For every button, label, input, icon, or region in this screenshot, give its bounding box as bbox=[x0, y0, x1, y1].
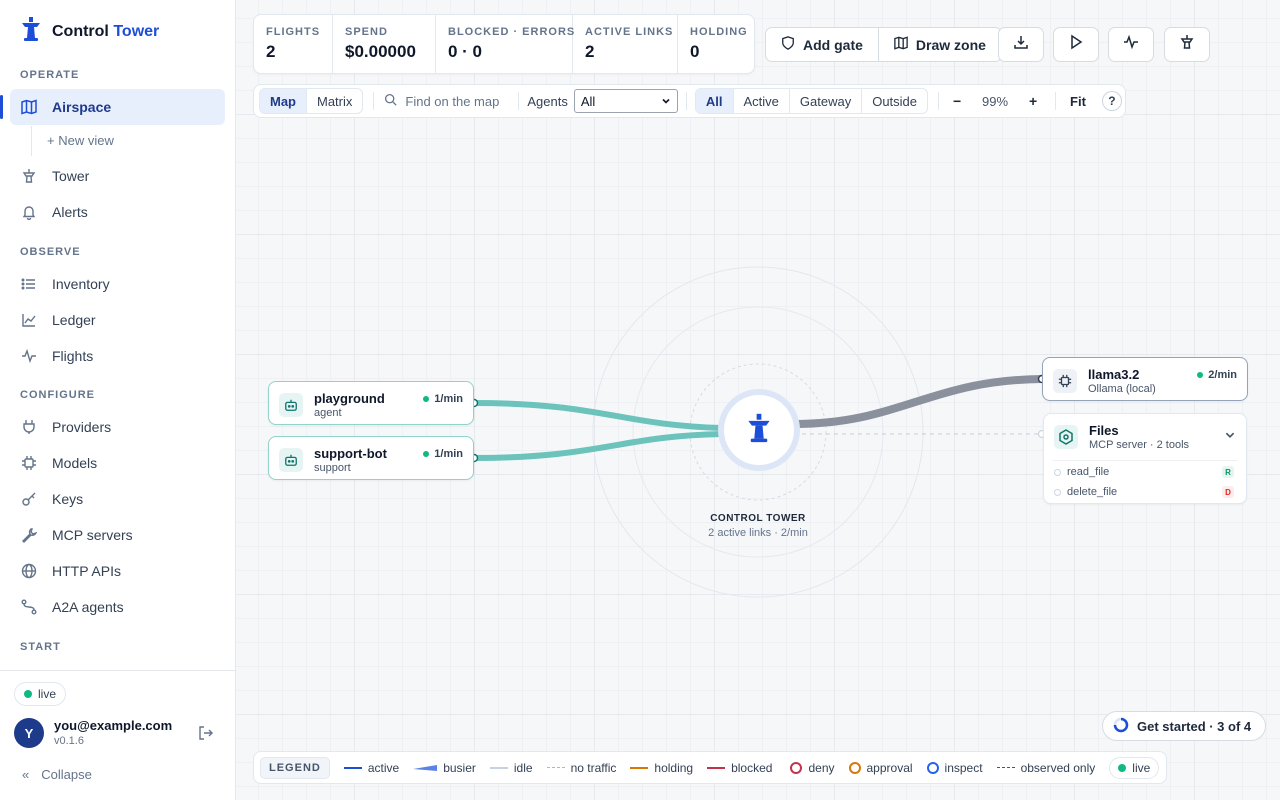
stat-flights: FLIGHTS 2 bbox=[254, 15, 333, 73]
view-toggle: Map Matrix bbox=[259, 88, 364, 114]
agent-node-support-bot[interactable]: support-bot support 1/min bbox=[268, 436, 474, 480]
tools-divider bbox=[1052, 460, 1238, 461]
chip-icon bbox=[1053, 369, 1077, 393]
stat-holding: HOLDING 0 bbox=[690, 26, 748, 61]
stat-spend: SPEND $0.00000 bbox=[333, 15, 436, 73]
tool-delete-file[interactable]: delete_file bbox=[1054, 486, 1117, 498]
play-icon bbox=[1068, 34, 1084, 55]
status-dot-icon bbox=[423, 396, 430, 402]
live-dot-icon bbox=[1118, 763, 1127, 772]
legend-inspect: inspect bbox=[926, 761, 983, 775]
chevron-down-icon bbox=[661, 94, 671, 109]
toolbar-divider bbox=[373, 92, 375, 110]
help-button[interactable]: ? bbox=[1101, 91, 1122, 111]
tower-summary: 2 active links · 2/min bbox=[708, 527, 808, 539]
filter-gateway[interactable]: Gateway bbox=[790, 89, 863, 113]
legend-observed-only: observed only bbox=[996, 761, 1095, 775]
add-gate-button[interactable]: Add gate bbox=[766, 28, 878, 61]
legend-deny: deny bbox=[790, 761, 835, 775]
bot-icon bbox=[279, 393, 303, 417]
scope-filter: All Active Gateway Outside bbox=[694, 88, 929, 114]
get-started-button[interactable]: Get started · 3 of 4 bbox=[1102, 711, 1267, 741]
play-button[interactable] bbox=[1053, 27, 1099, 62]
legend-idle: idle bbox=[489, 761, 533, 775]
filter-all[interactable]: All bbox=[695, 89, 734, 113]
tower-label: CONTROL TOWER bbox=[710, 513, 806, 524]
activity-button[interactable] bbox=[1108, 27, 1154, 62]
legend-bar: LEGEND active busier idle no traffic hol… bbox=[253, 751, 1167, 784]
bot-icon bbox=[279, 448, 303, 472]
zoom-out-button[interactable]: − bbox=[945, 93, 969, 109]
toolbar-divider bbox=[938, 92, 940, 110]
tower-icon bbox=[746, 412, 772, 449]
delete-badge: D bbox=[1222, 486, 1234, 498]
agent-node-playground[interactable]: playground agent 1/min bbox=[268, 381, 474, 425]
control-tower-node[interactable] bbox=[724, 395, 794, 465]
filter-outside[interactable]: Outside bbox=[862, 89, 927, 113]
link-playground[interactable] bbox=[471, 400, 725, 431]
map-icon bbox=[894, 36, 908, 53]
zoom-level: 99% bbox=[982, 93, 1009, 109]
tool-read-file[interactable]: read_file bbox=[1054, 466, 1109, 478]
tab-matrix[interactable]: Matrix bbox=[307, 89, 362, 113]
status-dot-icon bbox=[423, 451, 430, 457]
stat-active-links: ACTIVE LINKS 2 bbox=[573, 15, 678, 73]
filter-active[interactable]: Active bbox=[734, 89, 790, 113]
read-badge: R bbox=[1222, 466, 1234, 478]
toolbar-divider bbox=[685, 92, 687, 110]
zoom-in-button[interactable]: + bbox=[1021, 93, 1045, 109]
legend-no-traffic: no traffic bbox=[546, 761, 616, 775]
stat-blocked-errors: BLOCKED · ERRORS 0 · 0 bbox=[436, 15, 574, 73]
tab-map[interactable]: Map bbox=[260, 89, 307, 113]
link-llama[interactable] bbox=[790, 375, 1046, 428]
rate-badge: 1/min bbox=[423, 393, 463, 405]
legend-busier: busier bbox=[413, 761, 476, 775]
map-search-input[interactable]: Find on the map bbox=[384, 93, 514, 109]
progress-ring-icon bbox=[1113, 717, 1129, 736]
download-icon bbox=[1013, 34, 1029, 55]
draw-zone-button[interactable]: Draw zone bbox=[877, 28, 1001, 61]
agents-label: Agents bbox=[527, 93, 568, 109]
status-dot-icon bbox=[1197, 372, 1204, 378]
rate-badge: 2/min bbox=[1197, 369, 1237, 381]
legend-live-pill: live bbox=[1109, 756, 1160, 779]
legend-title: LEGEND bbox=[260, 756, 330, 779]
search-icon bbox=[384, 93, 398, 109]
legend-approval: approval bbox=[848, 761, 913, 775]
download-button[interactable] bbox=[998, 27, 1044, 62]
shield-icon bbox=[781, 36, 795, 53]
map-actions: Add gate Draw zone bbox=[765, 27, 1002, 62]
agents-select[interactable]: All bbox=[573, 89, 678, 113]
stats-bar: FLIGHTS 2 SPEND $0.00000 BLOCKED · ERRORS 0… bbox=[253, 14, 755, 74]
legend-blocked: blocked bbox=[707, 761, 772, 775]
tower-button[interactable] bbox=[1164, 27, 1210, 62]
chevron-down-icon[interactable] bbox=[1224, 428, 1236, 446]
legend-holding: holding bbox=[630, 761, 693, 775]
fit-button[interactable]: Fit bbox=[1062, 94, 1094, 109]
rate-badge: 1/min bbox=[423, 448, 463, 460]
mcp-node-files[interactable]: Files MCP server · 2 tools read_file R d… bbox=[1043, 413, 1247, 504]
toolbar-divider bbox=[518, 92, 520, 110]
link-support-bot[interactable] bbox=[471, 431, 725, 461]
model-node-llama[interactable]: llama3.2 Ollama (local) 2/min bbox=[1042, 357, 1248, 401]
activity-icon bbox=[1123, 34, 1139, 55]
legend-active: active bbox=[343, 761, 399, 775]
toolbar-divider bbox=[1055, 92, 1057, 110]
hexagon-icon bbox=[1054, 425, 1078, 449]
map-toolbar: Map Matrix Find on the map Agents All Al… bbox=[253, 84, 1126, 118]
tower-icon bbox=[1179, 34, 1195, 55]
